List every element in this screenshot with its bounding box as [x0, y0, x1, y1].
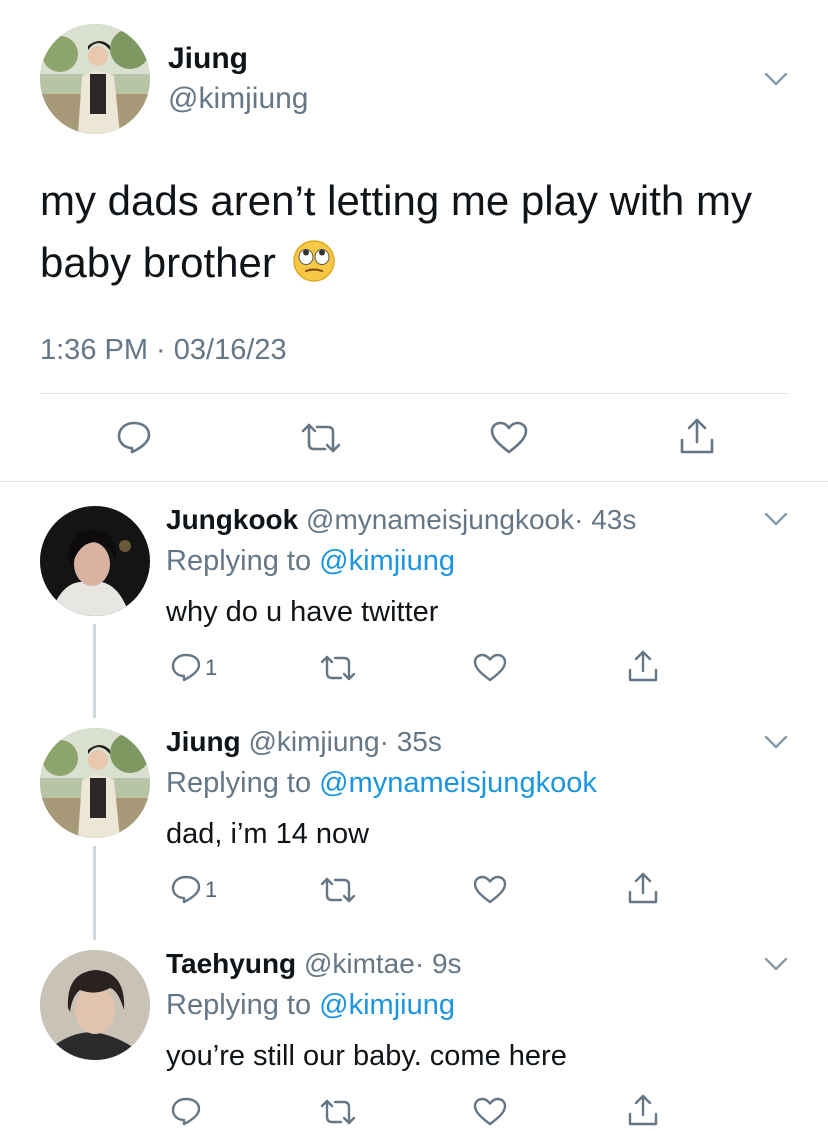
tweet-time[interactable]: · 35s — [380, 726, 442, 757]
replying-to-label: Replying to — [166, 989, 312, 1021]
retweet-icon[interactable] — [318, 876, 358, 904]
face-with-rolling-eyes-emoji — [292, 238, 336, 282]
reply-text: you’re still our baby. come here — [166, 1040, 567, 1072]
tweet-time[interactable]: · 43s — [574, 504, 636, 535]
replying-to: Replying to @kimjiung — [166, 988, 455, 1022]
author-handle[interactable]: @kimtae — [304, 948, 415, 979]
replying-to: Replying to @mynameisjungkook — [166, 766, 597, 800]
author-handle[interactable]: @kimjiung — [248, 726, 379, 757]
avatar[interactable] — [40, 24, 150, 134]
reply-count: 1 — [205, 655, 218, 680]
reply-text: why do u have twitter — [166, 596, 439, 628]
retweet-icon[interactable] — [318, 654, 358, 682]
avatar-image — [40, 24, 150, 134]
reply-icon[interactable] — [170, 874, 202, 904]
replying-to-handle[interactable]: @kimjiung — [319, 545, 455, 577]
chevron-down-icon[interactable] — [764, 957, 788, 971]
avatar-image — [40, 506, 150, 616]
avatar-image — [40, 728, 150, 838]
chevron-down-icon[interactable] — [764, 512, 788, 526]
reply-header: Jiung @kimjiung· 35s — [166, 725, 442, 759]
replying-to-handle[interactable]: @kimjiung — [319, 989, 455, 1021]
author-handle[interactable]: @mynameisjungkook — [306, 504, 574, 535]
replying-to: Replying to @kimjiung — [166, 544, 455, 578]
thread-line — [93, 624, 96, 718]
author-name[interactable]: Jungkook — [166, 504, 298, 535]
avatar[interactable] — [40, 728, 150, 838]
share-icon[interactable] — [626, 648, 660, 684]
heart-icon[interactable] — [473, 1097, 507, 1127]
tweet-text-body: my dads aren’t letting me play with my b… — [40, 177, 752, 286]
replying-to-label: Replying to — [166, 545, 312, 577]
replying-to-label: Replying to — [166, 767, 312, 799]
avatar[interactable] — [40, 506, 150, 616]
tweet-timestamp[interactable]: 1:36 PM · 03/16/23 — [40, 332, 287, 368]
retweet-icon[interactable] — [318, 1098, 358, 1126]
author-name[interactable]: Taehyung — [166, 948, 296, 979]
heart-icon[interactable] — [473, 875, 507, 905]
tweet-text: my dads aren’t letting me play with my b… — [40, 170, 800, 294]
section-divider — [0, 481, 828, 482]
reply-header: Taehyung @kimtae· 9s — [166, 947, 462, 981]
tweet-time[interactable]: · 9s — [415, 948, 462, 979]
heart-icon[interactable] — [473, 653, 507, 683]
reply-text: dad, i’m 14 now — [166, 818, 370, 850]
chevron-down-icon[interactable] — [764, 735, 788, 749]
reply-header: Jungkook @mynameisjungkook· 43s — [166, 503, 636, 537]
avatar-image — [40, 950, 150, 1060]
author-name[interactable]: Jiung — [166, 726, 241, 757]
reply-count: 1 — [205, 877, 218, 902]
heart-icon[interactable] — [490, 421, 528, 455]
reply-icon[interactable] — [170, 1096, 202, 1126]
avatar[interactable] — [40, 950, 150, 1060]
chevron-down-icon[interactable] — [764, 72, 788, 86]
author-name[interactable]: Jiung — [168, 42, 248, 76]
divider — [40, 393, 788, 394]
replying-to-handle[interactable]: @mynameisjungkook — [319, 767, 597, 799]
thread-line — [93, 846, 96, 940]
author-handle[interactable]: @kimjiung — [168, 82, 309, 116]
reply-icon[interactable] — [170, 652, 202, 682]
reply-icon[interactable] — [116, 420, 152, 454]
share-icon[interactable] — [678, 416, 716, 456]
share-icon[interactable] — [626, 870, 660, 906]
share-icon[interactable] — [626, 1092, 660, 1128]
retweet-icon[interactable] — [299, 422, 343, 454]
